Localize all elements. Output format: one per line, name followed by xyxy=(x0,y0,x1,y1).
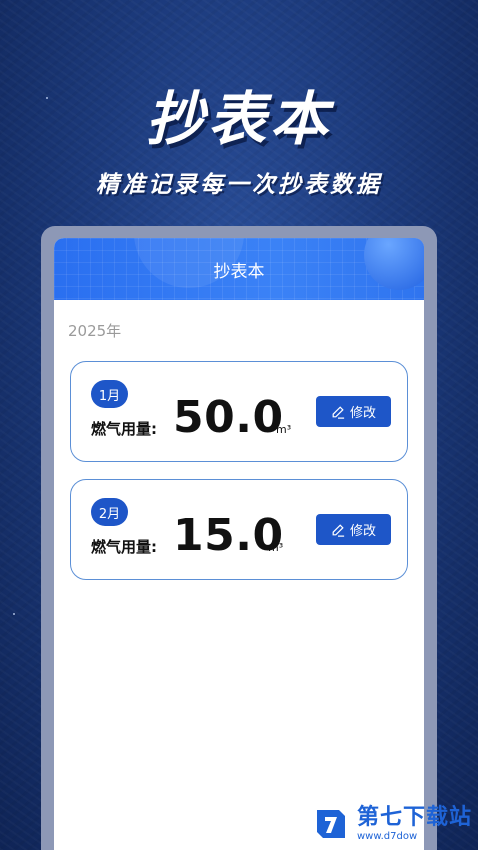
watermark-url: www.d7dow xyxy=(356,830,418,842)
usage-value: 15.0 xyxy=(173,510,284,561)
usage-unit: m³ xyxy=(268,541,284,554)
star-decoration xyxy=(13,613,15,615)
watermark-name: 第七下载站 xyxy=(356,804,472,830)
usage-label: 燃气用量: xyxy=(91,538,157,556)
pencil-icon xyxy=(332,405,345,419)
usage-value: 50.0 xyxy=(173,392,284,443)
promo-subheadline: 精准记录每一次抄表数据 xyxy=(96,172,382,198)
edit-button-label: 修改 xyxy=(349,524,376,539)
app-screen: 抄表本 2025年 1月 燃气用量: 50.0 m³ 修改 2月 燃气用量: 1… xyxy=(54,238,424,850)
edit-button[interactable]: 修改 xyxy=(316,396,391,427)
edit-button-label: 修改 xyxy=(349,406,376,421)
year-label: 2025年 xyxy=(68,322,122,340)
record-card[interactable]: 1月 燃气用量: 50.0 m³ 修改 xyxy=(70,361,408,462)
usage-label: 燃气用量: xyxy=(91,420,157,438)
edit-button[interactable]: 修改 xyxy=(316,514,391,545)
pencil-icon xyxy=(332,523,345,537)
phone-frame: 抄表本 2025年 1月 燃气用量: 50.0 m³ 修改 2月 燃气用量: 1… xyxy=(41,226,437,850)
month-badge: 2月 xyxy=(91,498,128,526)
promo-headline: 抄表本 xyxy=(145,85,332,153)
record-card[interactable]: 2月 燃气用量: 15.0 m³ 修改 xyxy=(70,479,408,580)
site-watermark: 第七下载站 www.d7dow xyxy=(311,804,472,844)
app-title: 抄表本 xyxy=(213,261,265,282)
site-logo-icon xyxy=(316,810,345,838)
app-header: 抄表本 xyxy=(54,238,424,300)
month-badge: 1月 xyxy=(91,380,128,408)
usage-unit: m³ xyxy=(276,423,292,436)
